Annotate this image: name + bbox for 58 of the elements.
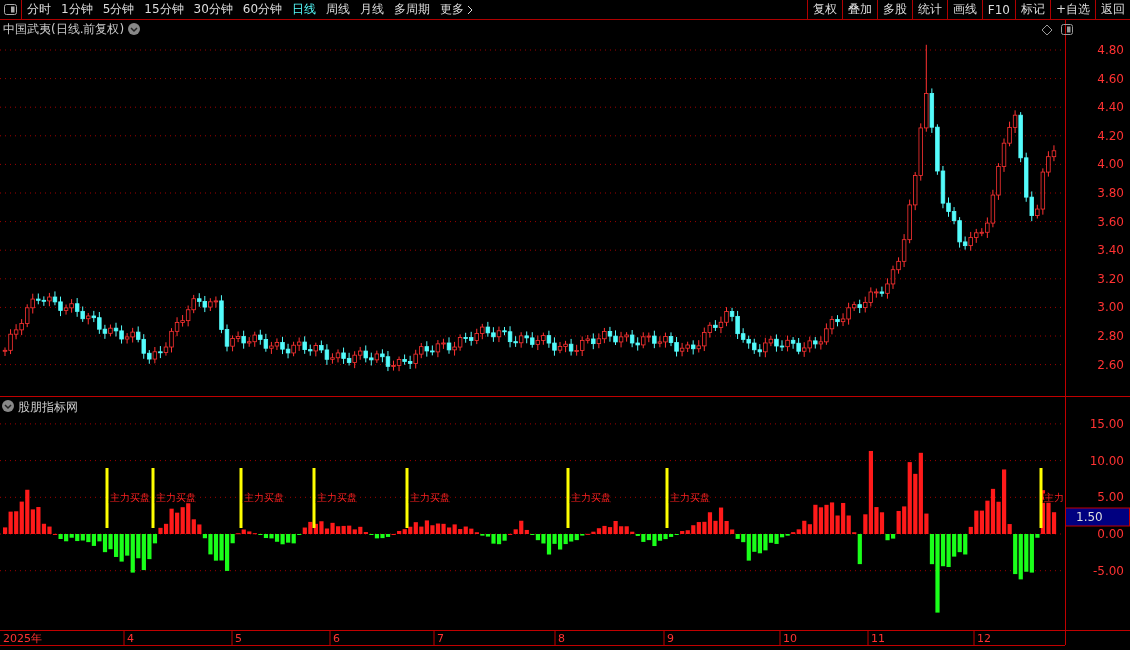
date-axis-label: 7 (437, 632, 444, 645)
toolbar-button[interactable]: 画线 (946, 0, 982, 19)
period-tab[interactable]: 5分钟 (97, 0, 140, 19)
period-tab[interactable]: 30分钟 (188, 0, 238, 19)
price-axis-label: 3.00 (1097, 300, 1124, 315)
period-tab[interactable]: 日线 (287, 0, 322, 19)
toolbar-button[interactable]: 叠加 (841, 0, 877, 19)
date-axis-label: 8 (558, 632, 565, 645)
date-axis-label: 9 (667, 632, 674, 645)
price-axis-label: 4.00 (1097, 157, 1124, 172)
price-axis-label: 4.20 (1097, 128, 1124, 143)
price-axis-label: 3.20 (1097, 271, 1124, 286)
signal-label: 主力买盘 (317, 492, 357, 503)
signal-label: 主力 (1044, 492, 1064, 503)
signal-label: 主力买盘 (571, 492, 611, 503)
price-axis-label: 4.60 (1097, 71, 1124, 86)
price-axis-label: 3.60 (1097, 214, 1124, 229)
price-axis-label: 3.80 (1097, 186, 1124, 200)
toolbar-button[interactable]: 统计 (911, 0, 947, 19)
period-tab[interactable]: 1分钟 (56, 0, 98, 19)
signal-label: 主力买盘 (670, 492, 710, 503)
indicator-axis-label: -5.00 (1092, 563, 1124, 578)
date-axis-label: 5 (235, 632, 242, 645)
signal-label: 主力买盘 (410, 492, 450, 503)
toolbar-button[interactable]: 多股 (876, 0, 912, 19)
more-menu[interactable]: 更多 (435, 0, 479, 19)
period-tab[interactable]: 分时 (22, 0, 56, 19)
date-axis-label: 12 (977, 632, 991, 645)
indicator-title: 股朋指标网 (18, 400, 78, 414)
toolbar-button[interactable]: 标记 (1014, 0, 1050, 19)
period-tab[interactable]: 15分钟 (139, 0, 189, 19)
toolbar-button[interactable]: F10 (981, 0, 1015, 19)
indicator-axis-label: 0.00 (1097, 527, 1124, 541)
price-axis-label: 3.40 (1097, 243, 1124, 258)
date-axis-label: 4 (127, 632, 134, 645)
period-tab[interactable]: 多周期 (389, 0, 436, 19)
period-tab[interactable]: 周线 (321, 0, 356, 19)
toolbar-button[interactable]: +自选 (1049, 0, 1095, 19)
current-value-badge: 1.50 (1065, 507, 1130, 527)
period-tab[interactable]: 月线 (355, 0, 390, 19)
toolbar-button[interactable]: 复权 (806, 0, 842, 19)
date-axis-label: 2025年 (3, 632, 42, 645)
date-axis-label: 11 (871, 632, 885, 645)
signal-label: 主力买盘 (244, 492, 284, 503)
price-axis-label: 2.80 (1097, 329, 1124, 343)
price-axis-label: 2.60 (1097, 357, 1124, 372)
indicator-axis-label: 5.00 (1097, 490, 1124, 505)
toolbar-button[interactable]: 返回 (1095, 0, 1130, 19)
indicator-axis-label: 15.00 (1089, 416, 1124, 431)
signal-label: 主力买盘 (156, 492, 196, 503)
date-axis-label: 6 (333, 632, 340, 645)
period-tab[interactable]: 60分钟 (237, 0, 288, 19)
price-axis-label: 4.80 (1097, 43, 1124, 57)
price-axis-label: 4.40 (1097, 100, 1124, 115)
indicator-axis-label: 10.00 (1089, 453, 1124, 468)
date-axis-label: 10 (783, 632, 797, 645)
chart-title: 中国武夷(日线.前复权) (3, 22, 125, 36)
signal-label: 主力买盘 (110, 492, 150, 503)
